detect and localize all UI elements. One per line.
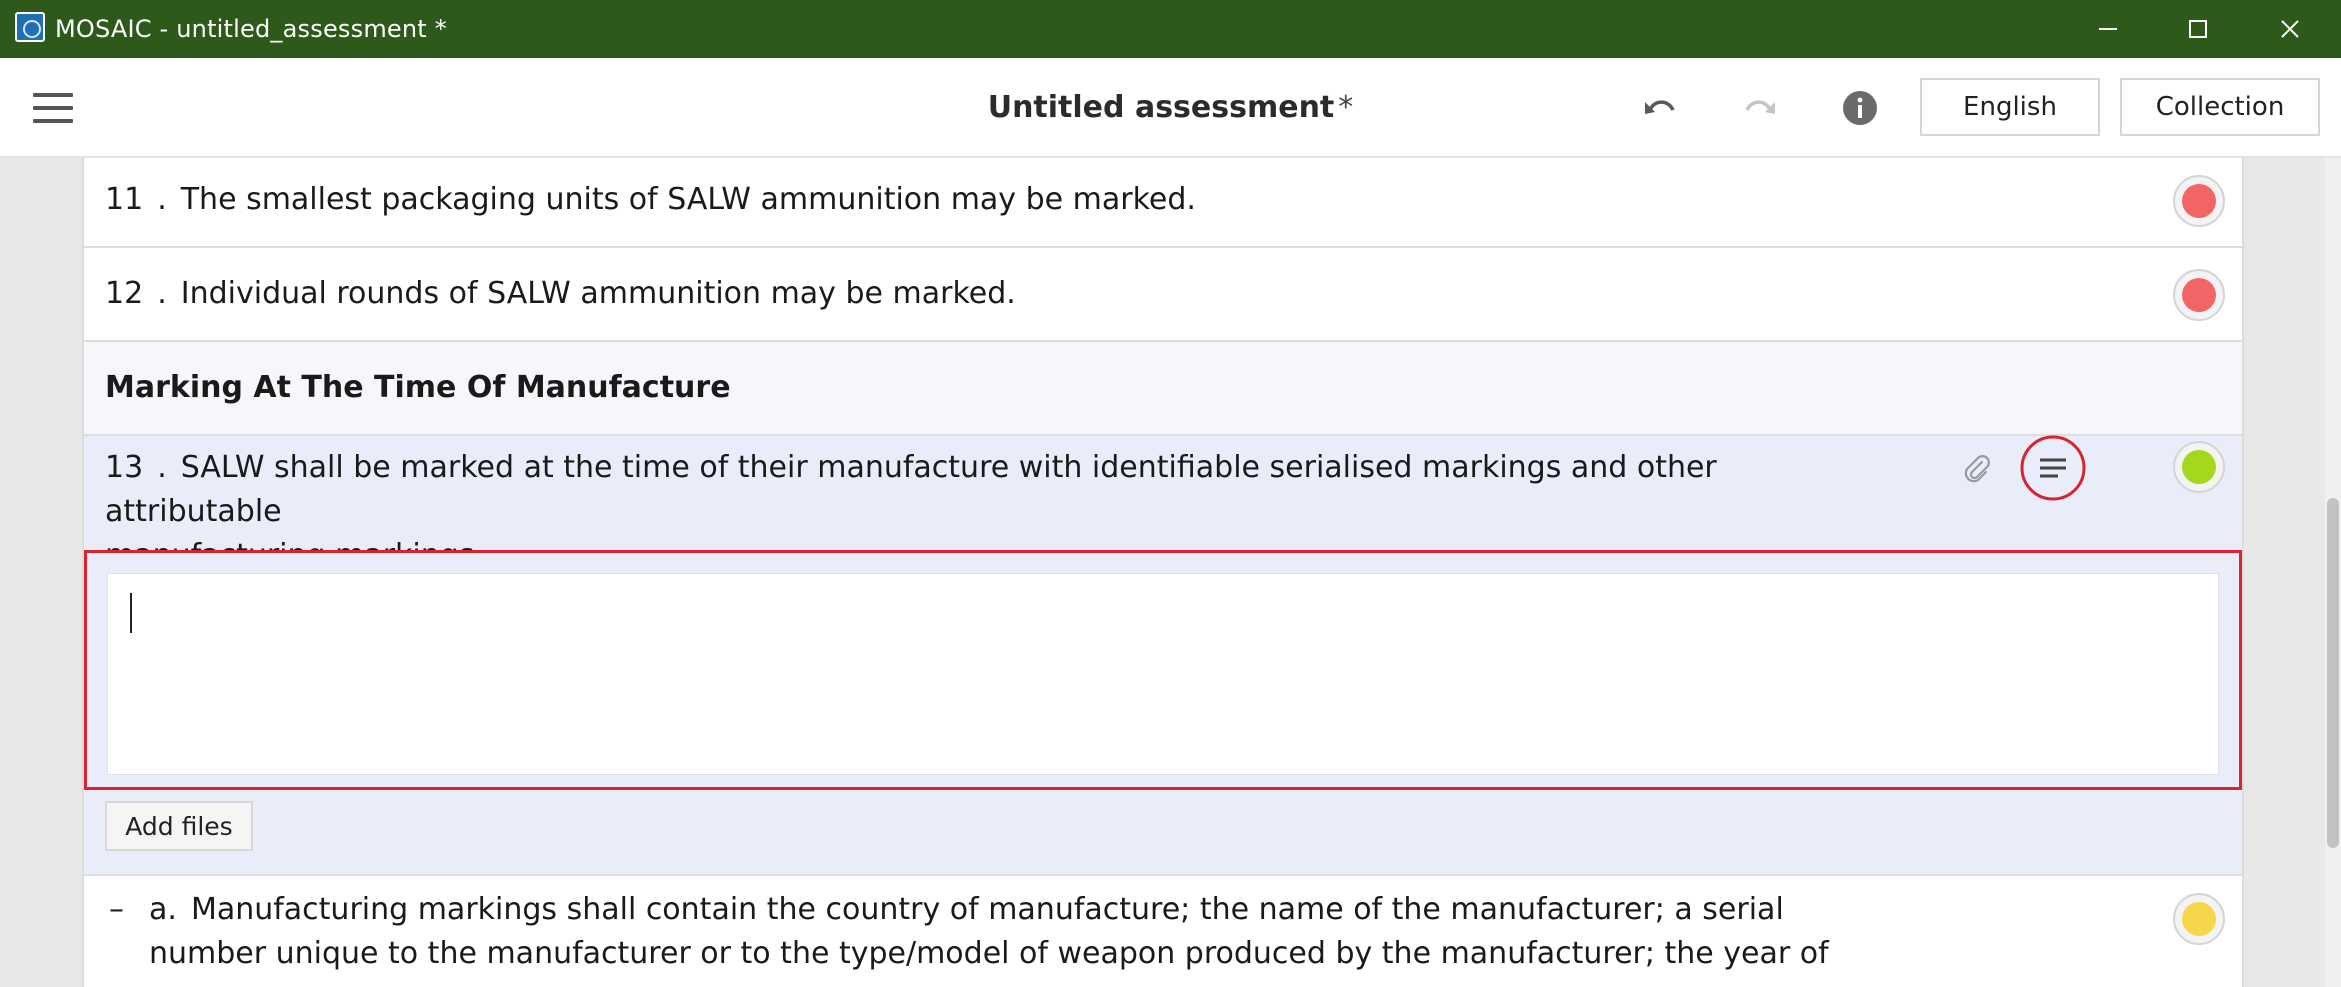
question-text: 12. Individual rounds of SALW ammunition … — [105, 276, 1016, 311]
question-text: 11. The smallest packaging units of SALW … — [105, 182, 1196, 217]
status-button[interactable] — [2173, 175, 2225, 227]
sub-question-line2: number unique to the manufacturer or to … — [149, 936, 1829, 971]
notes-input[interactable] — [107, 573, 2219, 775]
info-button[interactable] — [1838, 86, 1882, 130]
assessment-content: 11. The smallest packaging units of SALW … — [0, 158, 2341, 987]
maximize-button[interactable] — [2153, 0, 2243, 58]
collapse-toggle[interactable]: – — [109, 888, 124, 932]
undo-button[interactable] — [1638, 86, 1682, 130]
attach-button[interactable] — [1954, 446, 1998, 490]
unsaved-marker: * — [1338, 90, 1354, 125]
app-header: Untitled assessment * English Collection — [0, 58, 2341, 158]
question-list: 11. The smallest packaging units of SALW … — [82, 158, 2244, 987]
status-button[interactable] — [2173, 441, 2225, 493]
minimize-button[interactable] — [2063, 0, 2153, 58]
notes-button[interactable] — [2020, 435, 2086, 501]
sub-question-text: a. Manufacturing markings shall contain t… — [149, 892, 1829, 971]
language-button[interactable]: English — [1920, 78, 2100, 136]
question-number: 11 — [105, 182, 144, 217]
window-title: MOSAIC - untitled_assessment * — [55, 15, 447, 43]
question-row[interactable]: 11. The smallest packaging units of SALW … — [84, 158, 2242, 248]
section-heading-row: Marking At The Time Of Manufacture — [84, 342, 2242, 436]
section-heading: Marking At The Time Of Manufacture — [105, 370, 731, 405]
close-button[interactable] — [2245, 0, 2335, 58]
status-indicator — [2182, 902, 2216, 936]
redo-button[interactable] — [1738, 86, 1782, 130]
status-button[interactable] — [2173, 893, 2225, 945]
status-button[interactable] — [2173, 269, 2225, 321]
question-number: 12 — [105, 276, 144, 311]
minimize-icon — [2099, 28, 2117, 30]
text-caret — [130, 593, 132, 633]
status-indicator — [2182, 278, 2216, 312]
sub-question-row[interactable]: – a. Manufacturing markings shall contain… — [84, 874, 2242, 987]
redo-icon — [1745, 100, 1775, 114]
undo-icon — [1645, 100, 1675, 114]
question-row[interactable]: 12. Individual rounds of SALW ammunition … — [84, 248, 2242, 342]
close-icon — [2281, 20, 2299, 38]
question-label: The smallest packaging units of SALW amm… — [180, 182, 1196, 217]
sub-question-line1: Manufacturing markings shall contain the… — [190, 892, 1784, 927]
sub-question-letter: a — [149, 892, 168, 927]
scrollbar-thumb[interactable] — [2327, 498, 2339, 848]
menu-icon[interactable] — [33, 93, 73, 123]
question-number: 13 — [105, 450, 144, 485]
paperclip-icon — [1964, 455, 1990, 483]
collection-button[interactable]: Collection — [2120, 78, 2320, 136]
notes-editor-highlight — [84, 550, 2242, 790]
notes-icon — [2020, 435, 2086, 501]
question-label-line1: SALW shall be marked at the time of thei… — [105, 450, 1717, 529]
app-logo-icon — [15, 12, 45, 42]
assessment-title[interactable]: Untitled assessment — [988, 90, 1335, 125]
info-icon — [1843, 91, 1877, 125]
maximize-icon — [2189, 20, 2207, 38]
status-indicator — [2182, 184, 2216, 218]
window-titlebar: MOSAIC - untitled_assessment * — [0, 0, 2341, 58]
question-label: Individual rounds of SALW ammunition may… — [180, 276, 1016, 311]
status-indicator — [2182, 450, 2216, 484]
add-files-button[interactable]: Add files — [105, 801, 253, 851]
